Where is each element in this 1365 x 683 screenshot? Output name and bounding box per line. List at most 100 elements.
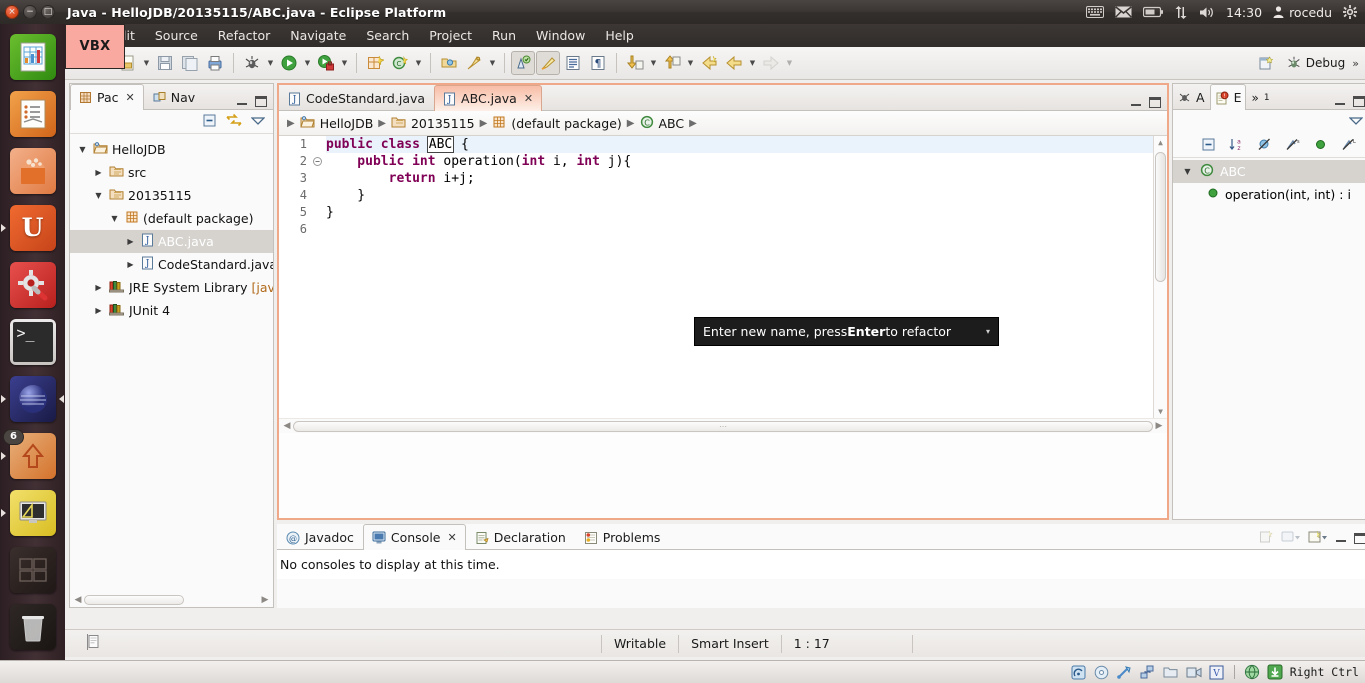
save-icon[interactable] [153,51,177,75]
run-icon[interactable] [277,51,301,75]
previous-annotation-dropdown-arrow[interactable]: ▼ [685,51,696,75]
launcher-item-ubuntu-one[interactable]: U [0,199,65,256]
network-icon[interactable] [1174,5,1188,19]
display-selected-console-icon[interactable] [1281,530,1301,547]
vscroll-thumb[interactable] [1155,152,1166,282]
breadcrumb-item-folder[interactable]: 20135115 [411,116,475,131]
folding-ruler[interactable]: − [312,136,324,418]
clock[interactable]: 14:30 [1226,5,1262,20]
rename-refactor-tooltip[interactable]: Enter new name, press Enter to refactor … [694,317,999,346]
toggle-mark-occurrences-icon[interactable] [511,51,535,75]
tab-navigator[interactable]: Nav [144,85,204,109]
hide-non-public-icon[interactable] [1313,137,1328,155]
shared-folder-icon[interactable] [1163,664,1179,680]
previous-annotation-icon[interactable] [660,51,684,75]
maximize-icon[interactable] [1149,97,1161,108]
scroll-left-arrow-icon[interactable]: ◀ [281,421,293,431]
mail-icon[interactable] [1115,6,1132,18]
editor-vertical-scrollbar[interactable]: ▲ ▼ [1153,136,1167,418]
close-icon[interactable]: ✕ [524,92,533,105]
tree-node-junit-4[interactable]: ▶ JUnit 4 [70,299,273,322]
twisty-icon[interactable]: ▶ [124,260,137,269]
toggle-highlight-icon[interactable] [536,51,560,75]
window-close-button[interactable]: × [5,5,19,19]
next-annotation-dropdown-arrow[interactable]: ▼ [648,51,659,75]
hide-static-icon[interactable]: s [1285,137,1300,155]
hdd-icon[interactable] [1071,664,1087,680]
collapse-all-icon[interactable] [1201,137,1216,155]
twisty-icon[interactable]: ▶ [92,168,105,177]
menu-item-search[interactable]: Search [356,24,419,47]
launcher-item-update-manager[interactable]: 6 [0,427,65,484]
minimize-icon[interactable] [1335,533,1347,544]
view-menu-icon[interactable] [250,115,266,129]
sort-alphabetically-icon[interactable]: az [1229,137,1244,155]
menu-item-window[interactable]: Window [526,24,595,47]
window-maximize-button[interactable]: □ [41,5,55,19]
tab-codestandard-java[interactable]: J CodeStandard.java [279,86,434,110]
scroll-down-arrow-icon[interactable]: ▼ [1156,406,1165,417]
new-class-dropdown-arrow[interactable]: ▼ [413,51,424,75]
minimize-icon[interactable] [236,96,248,107]
menu-item-project[interactable]: Project [419,24,482,47]
tree-node-abc-java[interactable]: ▶ J ABC.java [70,230,273,253]
twisty-icon[interactable]: ▼ [108,214,121,223]
next-annotation-icon[interactable] [623,51,647,75]
quick-access-dropdown-arrow[interactable]: ▼ [487,51,498,75]
tab-abc-java[interactable]: J ABC.java ✕ [434,85,543,111]
back-dropdown-arrow[interactable]: ▼ [747,51,758,75]
new-dropdown-arrow[interactable]: ▼ [141,51,152,75]
twisty-icon[interactable]: ▶ [92,283,105,292]
launcher-item-libreoffice-calc[interactable] [0,28,65,85]
view-menu-icon[interactable] [1348,115,1364,129]
tree-node-codestandard-java[interactable]: ▶ J CodeStandard.java [70,253,273,276]
menu-item-help[interactable]: Help [595,24,644,47]
quick-access-icon[interactable] [462,51,486,75]
tree-node-hellojdb[interactable]: ▼ HelloJDB [70,138,273,161]
menu-item-navigate[interactable]: Navigate [280,24,356,47]
open-type-icon[interactable] [437,51,461,75]
new-java-project-icon[interactable] [363,51,387,75]
download-icon[interactable] [1267,664,1283,680]
run-external-icon[interactable] [314,51,338,75]
back-icon[interactable] [722,51,746,75]
maximize-icon[interactable] [1354,533,1365,544]
debug-dropdown-arrow[interactable]: ▼ [265,51,276,75]
breadcrumb-expand-icon[interactable]: ▶ [287,118,295,129]
video-icon[interactable] [1186,664,1202,680]
twisty-icon[interactable]: ▶ [124,237,137,246]
maximize-icon[interactable] [1353,96,1365,107]
collapse-all-icon[interactable] [202,113,217,131]
new-class-icon[interactable]: C [388,51,412,75]
twisty-icon[interactable]: ▼ [1181,167,1194,176]
outline-row-class[interactable]: ▼ C ABC [1173,160,1365,183]
volume-icon[interactable] [1199,6,1215,19]
fold-collapse-icon[interactable]: − [313,157,322,166]
code-text[interactable]: public class ABC { public int operation(… [326,136,1167,238]
tab-declaration[interactable]: Declaration [466,525,575,549]
tab-overflow[interactable]: » 1 [1246,85,1274,109]
debug-icon[interactable] [240,51,264,75]
tab-console[interactable]: Console ✕ [362,524,466,550]
hide-fields-icon[interactable] [1257,137,1272,155]
breadcrumb-item-package[interactable]: (default package) [511,116,621,131]
twisty-icon[interactable]: ▼ [76,145,89,154]
twisty-icon[interactable]: ▶ [92,306,105,315]
launcher-item-trash[interactable] [0,598,65,655]
tab-junit[interactable]: A [1173,85,1210,109]
launcher-item-system-settings[interactable] [0,256,65,313]
breadcrumb-item-class[interactable]: ABC [659,116,685,131]
tree-node-20135115[interactable]: ▼ 20135115 [70,184,273,207]
launcher-item-ubuntu-software-center[interactable] [0,142,65,199]
gear-icon[interactable] [1343,5,1357,19]
close-icon[interactable]: ✕ [447,531,456,544]
new-console-view-icon[interactable] [1259,530,1274,547]
menu-item-refactor[interactable]: Refactor [208,24,280,47]
toolbar-overflow-icon[interactable]: » [1352,57,1359,70]
package-explorer-hscrollbar[interactable]: ◀ ▶ [70,593,273,607]
forward-icon[interactable] [759,51,783,75]
run-external-dropdown-arrow[interactable]: ▼ [339,51,350,75]
editor-horizontal-scrollbar[interactable]: ◀ ⋯ ▶ [279,418,1167,433]
scroll-left-arrow-icon[interactable]: ◀ [72,595,84,605]
pilcrow-icon[interactable]: ¶ [586,51,610,75]
